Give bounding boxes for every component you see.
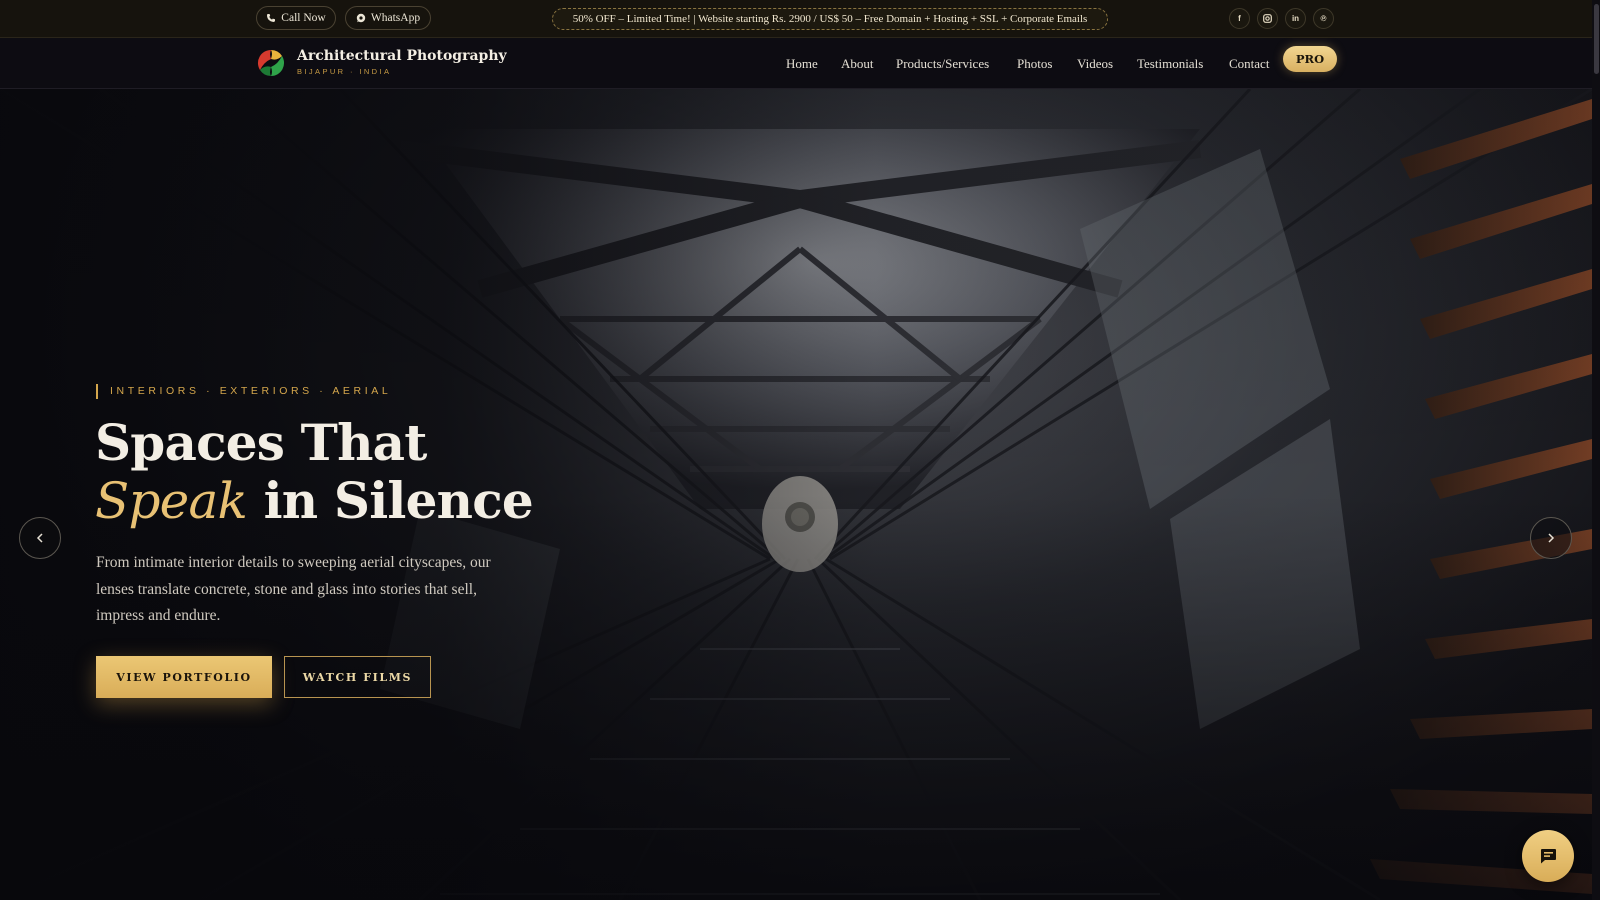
nav-products-services[interactable]: Products/Services [896,56,989,72]
pinterest-icon[interactable]: ℗ [1313,8,1334,29]
chat-icon [1541,849,1556,864]
phone-icon [267,14,276,22]
nav-about[interactable]: About [841,56,874,72]
whatsapp-label: WhatsApp [370,12,421,24]
brand-location: BIJAPUR · INDIA [297,67,392,76]
slider-prev-button[interactable] [19,517,61,559]
headline-rest: in Silence [246,471,534,530]
nav-testimonials[interactable]: Testimonials [1137,56,1203,72]
facebook-glyph: f [1238,14,1241,23]
watch-films-button[interactable]: WATCH FILMS [284,656,431,698]
main-nav: Architectural Photography BIJAPUR · INDI… [0,38,1600,89]
facebook-icon[interactable]: f [1229,8,1250,29]
whatsapp-button[interactable]: WhatsApp [345,6,431,30]
scrollbar-thumb[interactable] [1594,4,1599,74]
linkedin-icon[interactable]: in [1285,8,1306,29]
call-now-label: Call Now [281,12,326,24]
chevron-right-icon [1548,533,1555,543]
call-now-button[interactable]: Call Now [256,6,336,30]
headline-line-1: Spaces That [95,413,427,472]
promo-text: 50% OFF – Limited Time! | Website starti… [572,13,1088,25]
brand-name[interactable]: Architectural Photography [297,48,507,64]
pinterest-glyph: ℗ [1320,14,1327,23]
nav-videos[interactable]: Videos [1077,56,1113,72]
scrollbar[interactable] [1592,0,1600,900]
nav-contact[interactable]: Contact [1229,56,1269,72]
logo-icon[interactable] [256,48,286,78]
pro-button[interactable]: PRO [1283,46,1337,72]
nav-home[interactable]: Home [786,56,818,72]
chat-button[interactable] [1522,830,1574,882]
chevron-left-icon [36,533,43,543]
nav-photos[interactable]: Photos [1017,56,1052,72]
hero-headline: Spaces That Speak in Silence [95,413,534,531]
slider-next-button[interactable] [1530,517,1572,559]
view-portfolio-button[interactable]: VIEW PORTFOLIO [96,656,272,698]
whatsapp-icon [356,13,366,23]
promo-banner[interactable]: 50% OFF – Limited Time! | Website starti… [552,8,1108,30]
headline-accent: Speak [95,472,248,530]
hero-description: From intimate interior details to sweepi… [96,554,491,624]
hero-eyebrow: INTERIORS · EXTERIORS · AERIAL [96,384,391,399]
linkedin-glyph: in [1291,14,1300,23]
top-bar: Call Now WhatsApp 50% OFF – Limited Time… [0,0,1600,38]
instagram-icon[interactable] [1257,8,1278,29]
instagram-glyph [1263,14,1272,23]
